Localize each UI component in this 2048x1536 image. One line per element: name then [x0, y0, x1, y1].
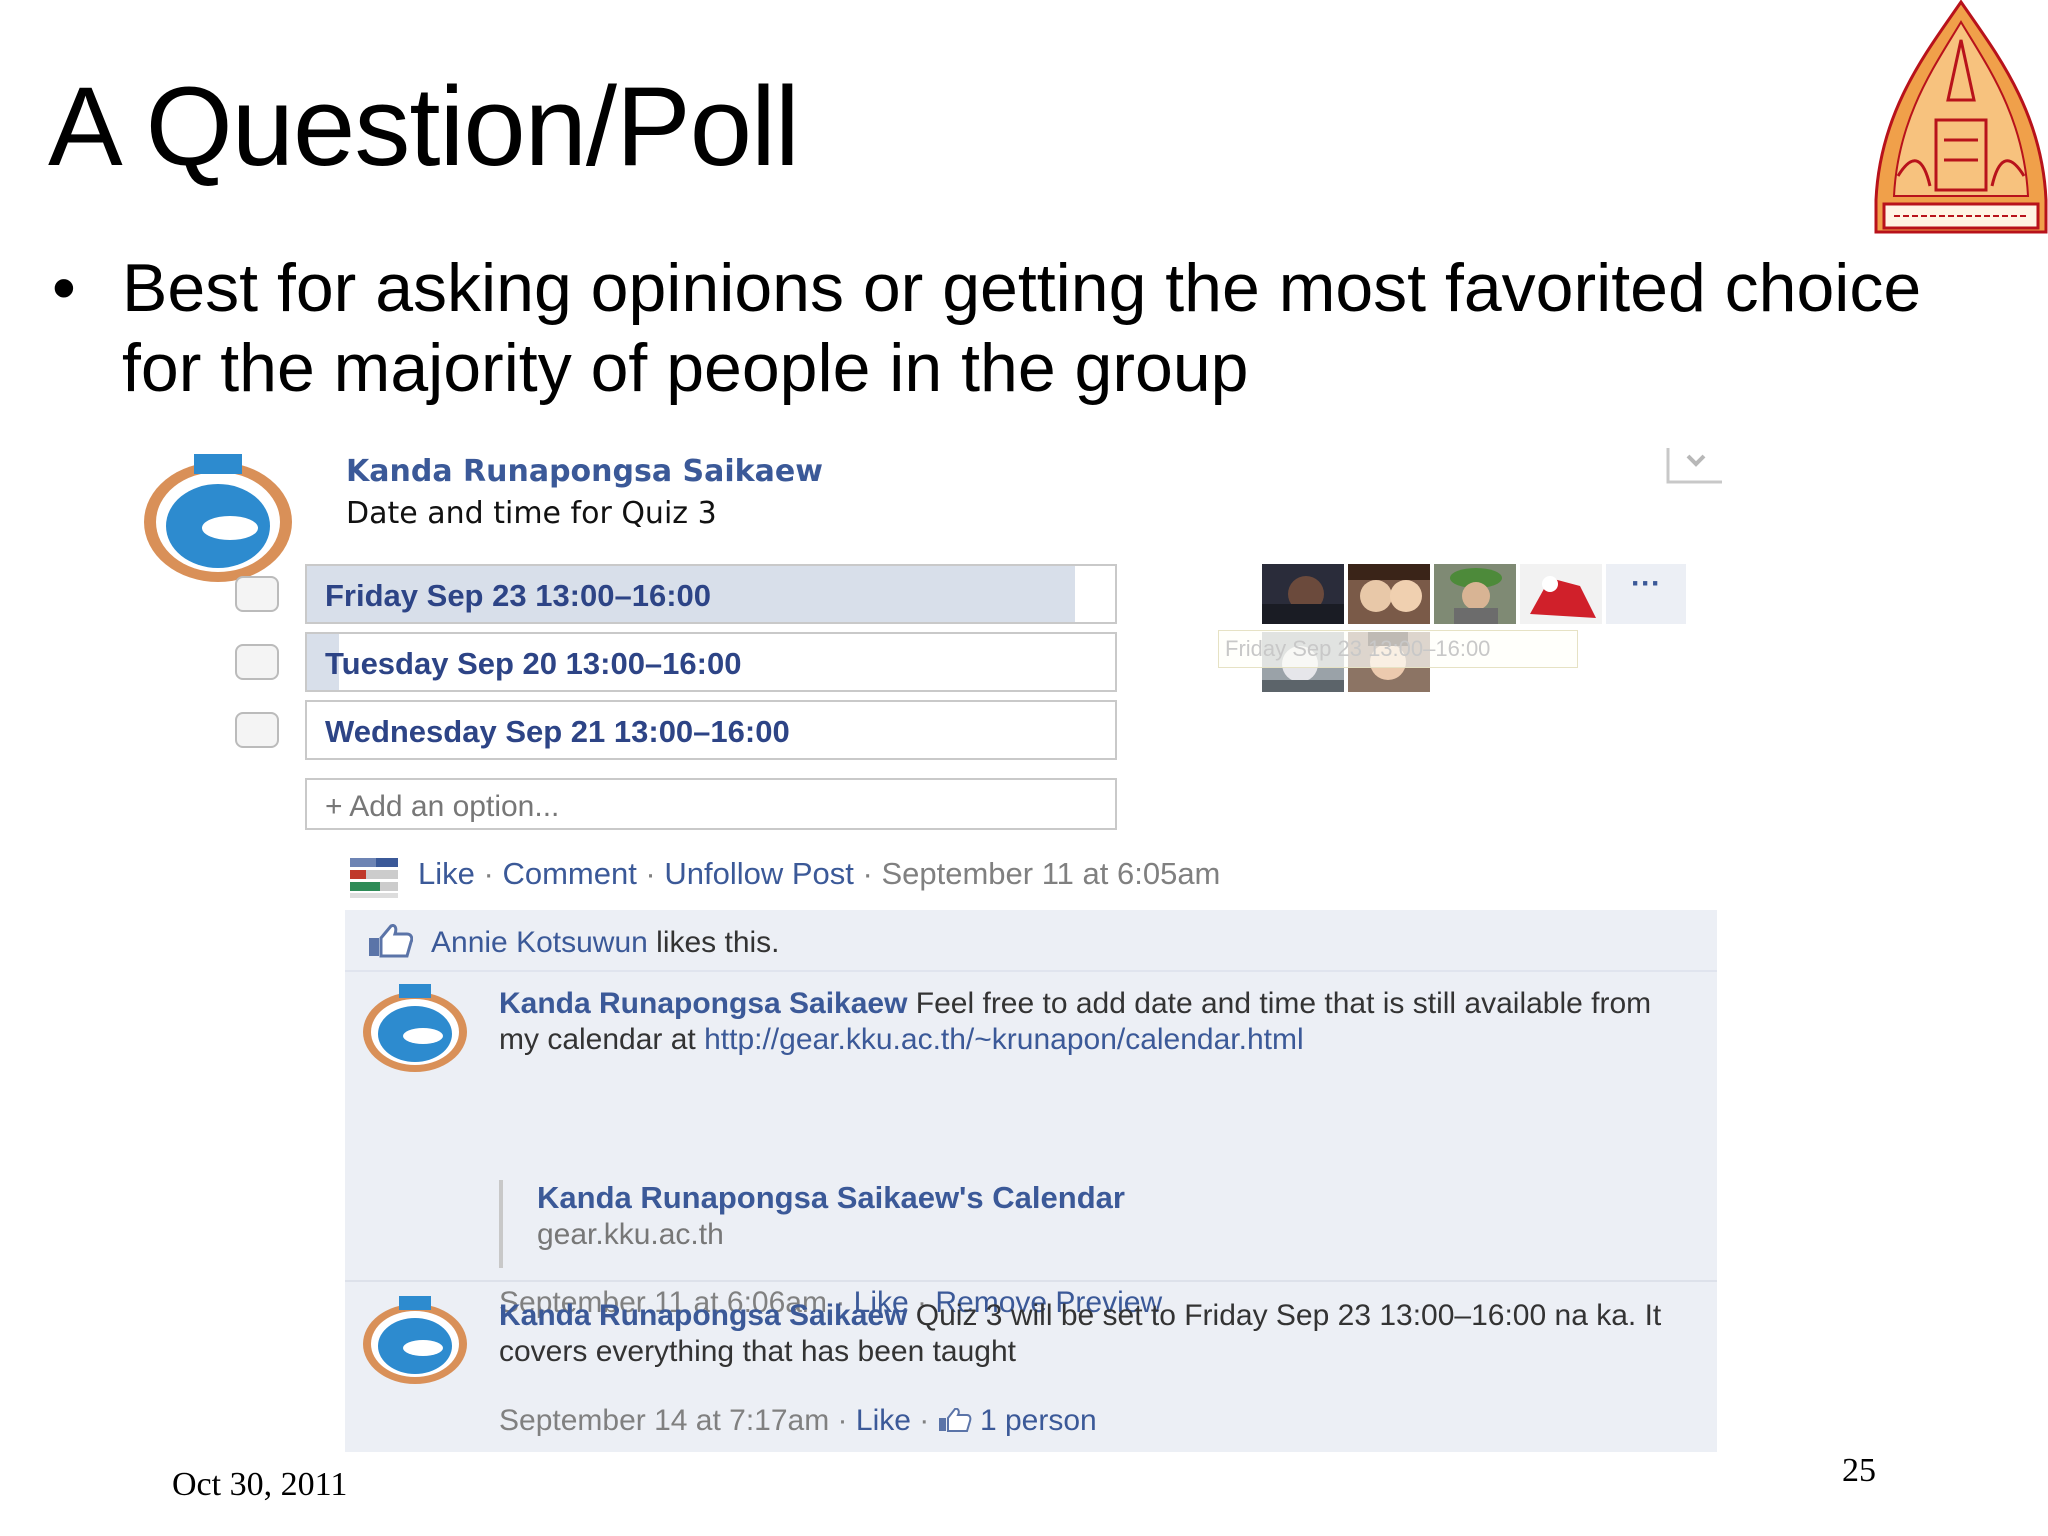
post-action-bar: Like · Comment · Unfollow Post · Septemb… [418, 856, 1220, 892]
voter-avatar[interactable] [1348, 564, 1430, 624]
author-avatar[interactable] [138, 454, 298, 584]
slide-page-number: 25 [1842, 1452, 1876, 1489]
poll-option-label: Wednesday Sep 21 13:00–16:00 [325, 714, 790, 749]
voter-tooltip: Friday Sep 23 13:00–16:00 [1218, 630, 1578, 668]
more-voters-button[interactable]: ··· [1606, 564, 1686, 624]
voter-faces-option-1: ··· [1262, 564, 1686, 624]
post-author-link[interactable]: Kanda Runapongsa Saikaew [346, 454, 823, 489]
poll-question: Date and time for Quiz 3 [346, 496, 717, 531]
link-preview-domain: gear.kku.ac.th [537, 1218, 724, 1251]
poll-option-label: Friday Sep 23 13:00–16:00 [325, 578, 712, 613]
poll-option-checkbox[interactable] [235, 644, 279, 680]
voter-avatar[interactable] [1262, 564, 1344, 624]
post-timestamp[interactable]: September 11 at 6:05am [881, 856, 1220, 891]
poll-option-button[interactable]: Friday Sep 23 13:00–16:00 [305, 564, 1117, 624]
comment-link[interactable]: Comment [502, 856, 636, 891]
poll-option-button[interactable]: Tuesday Sep 20 13:00–16:00 [305, 632, 1117, 692]
likes-suffix: likes this. [647, 926, 780, 959]
likes-summary: Annie Kotsuwun likes this. [431, 926, 780, 960]
comment-text: Kanda Runapongsa Saikaew Feel free to ad… [499, 986, 1679, 1058]
voter-avatar[interactable] [1520, 564, 1602, 624]
comment-text: Kanda Runapongsa Saikaew Quiz 3 will be … [499, 1298, 1679, 1370]
separator: · [474, 856, 503, 891]
commenter-name-link[interactable]: Kanda Runapongsa Saikaew [499, 987, 907, 1020]
comment-like-count-link[interactable]: 1 person [980, 1404, 1097, 1437]
bullet-text: Best for asking opinions or getting the … [122, 250, 1922, 406]
calendar-url-link[interactable]: http://gear.kku.ac.th/~krunapon/calendar… [704, 1023, 1304, 1056]
separator: · [853, 856, 882, 891]
comment-divider [345, 1280, 1717, 1282]
kku-university-seal-icon [1874, 0, 2048, 234]
bullet-glyph: • [52, 250, 76, 326]
comment-meta: September 14 at 7:17am · Like · 1 person [499, 1404, 1097, 1438]
thumbs-up-icon [369, 924, 413, 958]
commenter-avatar[interactable] [359, 984, 471, 1074]
separator: · [910, 1404, 938, 1437]
comment-like-link[interactable]: Like [856, 1404, 911, 1437]
poll-question-icon [350, 858, 398, 898]
likes-row: Annie Kotsuwun likes this. [345, 910, 1717, 972]
thumbs-up-small-icon [938, 1407, 971, 1432]
unfollow-post-link[interactable]: Unfollow Post [664, 856, 854, 891]
add-option-input[interactable]: + Add an option... [305, 778, 1117, 830]
poll-option-button[interactable]: Wednesday Sep 21 13:00–16:00 [305, 700, 1117, 760]
comments-section: Annie Kotsuwun likes this. Kanda Runapon… [345, 910, 1717, 1452]
commenter-avatar[interactable] [359, 1296, 471, 1386]
separator: · [829, 1404, 856, 1437]
like-link[interactable]: Like [418, 856, 475, 891]
slide-title: A Question/Poll [48, 64, 800, 189]
comment-timestamp[interactable]: September 14 at 7:17am [499, 1404, 829, 1437]
poll-option-label: Tuesday Sep 20 13:00–16:00 [325, 646, 742, 681]
voter-avatar[interactable] [1434, 564, 1516, 624]
link-preview[interactable]: Kanda Runapongsa Saikaew's Calendar gear… [499, 1180, 1125, 1268]
add-option-placeholder: + Add an option... [325, 790, 560, 823]
commenter-name-link[interactable]: Kanda Runapongsa Saikaew [499, 1299, 907, 1332]
poll-option-checkbox[interactable] [235, 576, 279, 612]
post-options-chevron-icon[interactable] [1666, 446, 1724, 486]
separator: · [636, 856, 665, 891]
slide-footer-date: Oct 30, 2011 [172, 1466, 348, 1503]
poll-option-checkbox[interactable] [235, 712, 279, 748]
liker-name-link[interactable]: Annie Kotsuwun [431, 926, 648, 959]
link-preview-title[interactable]: Kanda Runapongsa Saikaew's Calendar [537, 1180, 1125, 1216]
